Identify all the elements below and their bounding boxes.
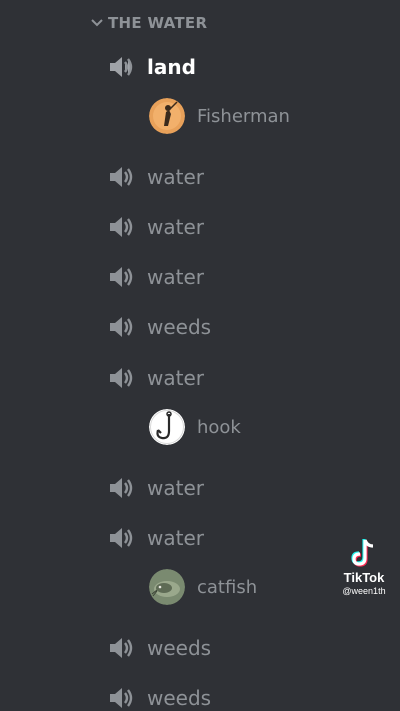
hook-avatar [149,409,185,445]
tiktok-brand: TikTok [343,570,385,585]
tiktok-logo-icon [351,539,374,567]
speaker-icon [110,267,133,287]
speaker-icon [110,528,133,548]
speaker-icon [110,368,133,388]
speaker-icon [110,478,133,498]
voice-channel-water[interactable]: water [108,262,204,292]
channel-label: water [147,526,204,550]
user-name: catfish [197,576,258,598]
chevron-down-icon [91,19,103,27]
voice-user-catfish[interactable]: catfish [149,567,257,607]
voice-user-fisherman[interactable]: Fisherman [149,96,290,136]
channel-label: water [147,476,204,500]
user-name: hook [197,416,241,438]
channel-label: weeds [147,686,212,710]
channel-label: land [147,55,196,79]
channel-label: weeds [147,636,212,660]
fisherman-avatar [149,98,185,134]
tiktok-watermark: TikTok @ween1th [334,538,394,596]
speaker-icon [110,167,133,187]
speaker-icon [110,638,133,658]
voice-channel-weeds[interactable]: weeds [108,312,211,342]
voice-channel-water[interactable]: water [108,212,204,242]
speaker-icon [110,217,133,237]
voice-channel-water[interactable]: water [108,162,204,192]
voice-channel-land[interactable]: land [108,52,196,82]
voice-channel-water[interactable]: water [108,473,204,503]
channel-label: water [147,265,204,289]
voice-channel-weeds[interactable]: weeds [108,683,211,711]
category-label: THE WATER [108,14,208,32]
catfish-avatar [149,569,185,605]
channel-label: weeds [147,315,212,339]
channel-label: water [147,366,204,390]
voice-channel-weeds[interactable]: weeds [108,633,211,663]
speaker-icon [110,317,133,337]
channel-list: THE WATER land Fisherman water water wat… [0,0,400,711]
speaker-icon [110,688,133,708]
speaker-icon [110,57,133,77]
voice-channel-water[interactable]: water [108,523,204,553]
tiktok-handle: @ween1th [342,586,386,596]
channel-label: water [147,215,204,239]
voice-user-hook[interactable]: hook [149,407,241,447]
voice-channel-water[interactable]: water [108,363,204,393]
user-name: Fisherman [197,105,290,127]
channel-label: water [147,165,204,189]
category-the-water[interactable]: THE WATER [90,10,207,36]
